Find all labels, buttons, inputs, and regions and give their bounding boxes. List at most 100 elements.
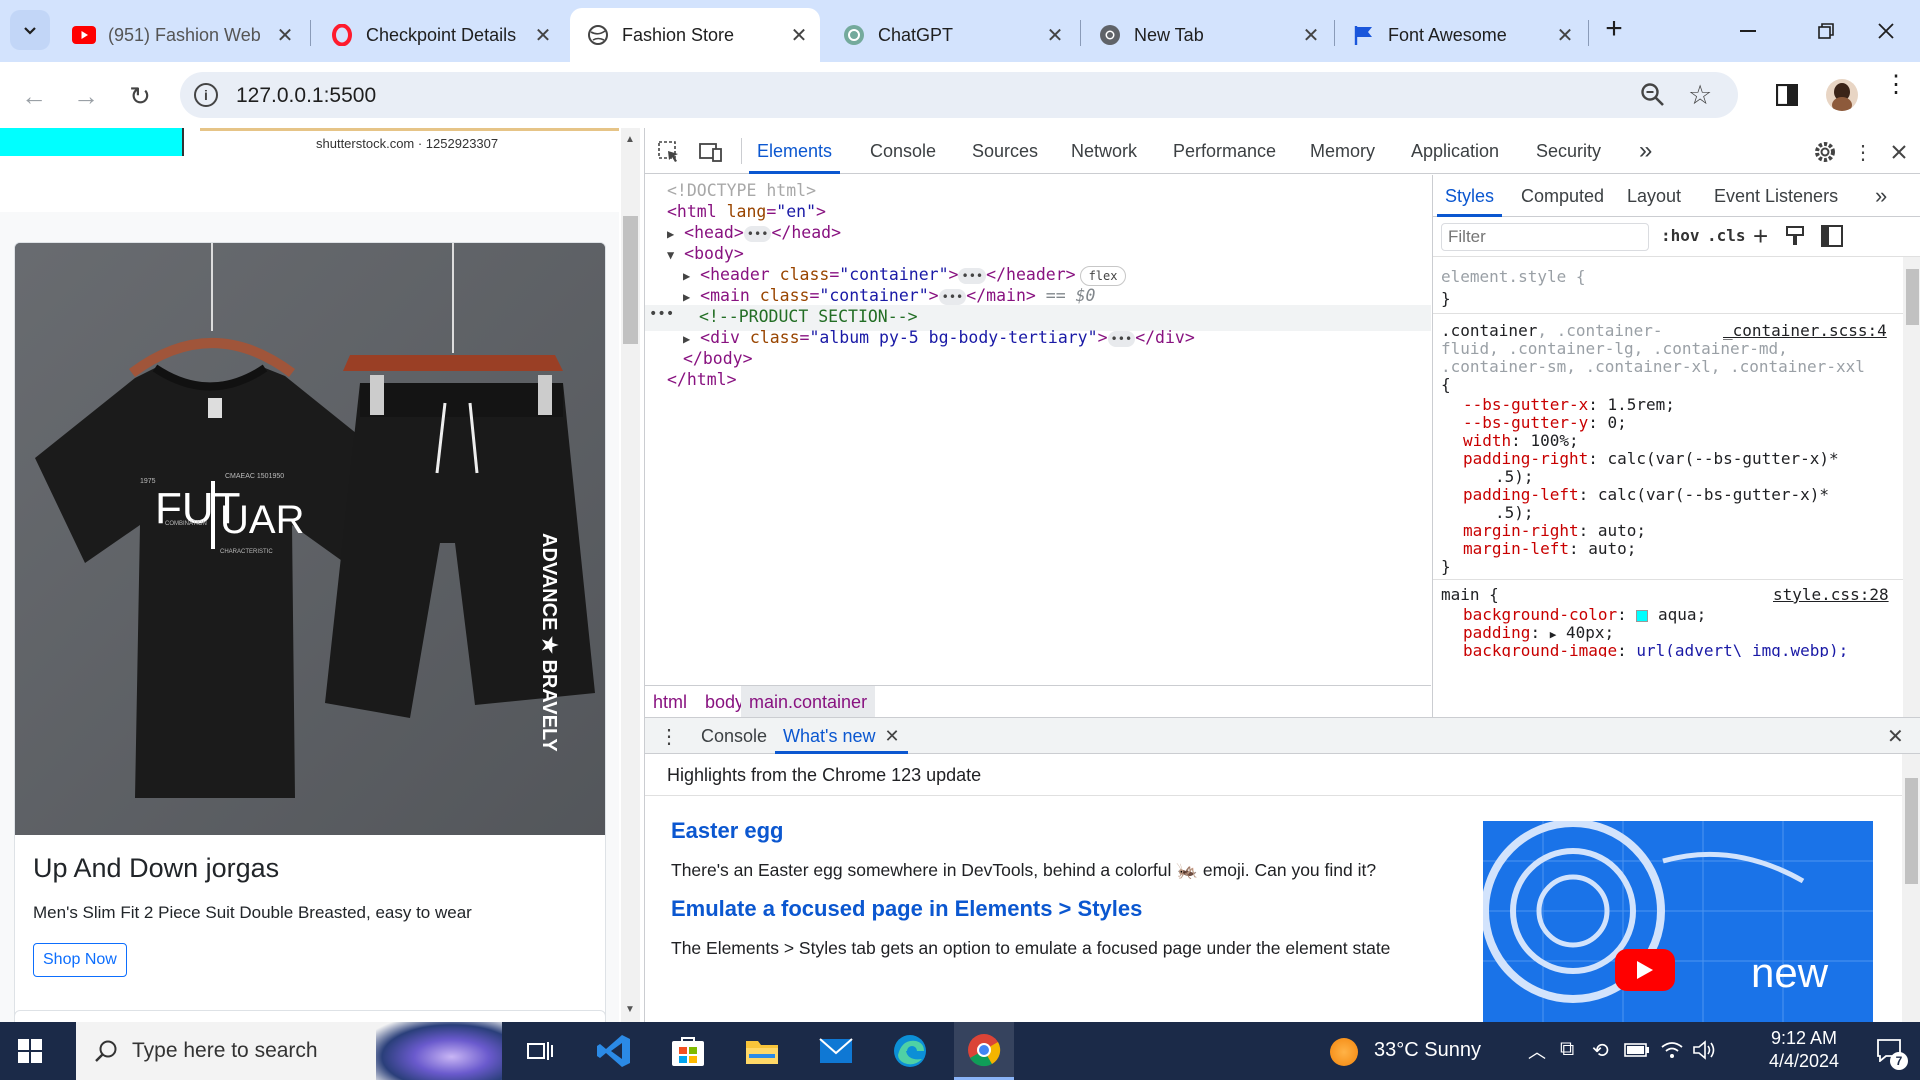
- tab-event-listeners[interactable]: Event Listeners: [1714, 175, 1838, 217]
- taskbar-edge[interactable]: [880, 1022, 940, 1080]
- whats-new-heading[interactable]: Easter egg: [671, 818, 784, 844]
- whats-new-heading[interactable]: Emulate a focused page in Elements > Sty…: [671, 896, 1142, 922]
- taskbar-search-box[interactable]: Type here to search: [76, 1022, 502, 1080]
- youtube-play-icon[interactable]: [1615, 949, 1675, 991]
- cls-toggle[interactable]: .cls: [1707, 226, 1746, 245]
- browser-tab-font-awesome[interactable]: Font Awesome ✕: [1336, 8, 1586, 62]
- scrollbar-thumb[interactable]: [1905, 778, 1918, 884]
- collapsed-ellipsis[interactable]: •••: [1107, 330, 1136, 347]
- collapsed-ellipsis[interactable]: •••: [938, 288, 967, 305]
- flex-badge[interactable]: flex: [1079, 266, 1127, 286]
- browser-tab-new-tab[interactable]: New Tab ✕: [1082, 8, 1332, 62]
- minimize-button[interactable]: [1726, 14, 1770, 48]
- tab-security[interactable]: Security: [1536, 128, 1601, 174]
- scroll-up-arrow[interactable]: ▲: [625, 134, 635, 145]
- expand-arrow-icon[interactable]: ▶: [683, 269, 690, 283]
- tab-layout[interactable]: Layout: [1627, 175, 1681, 217]
- dom-main[interactable]: ▶ <main class="container"> ••• </main> == …: [683, 286, 1095, 305]
- settings-gear-icon[interactable]: [1811, 138, 1839, 166]
- tab-sources[interactable]: Sources: [972, 128, 1038, 174]
- close-icon[interactable]: ✕: [530, 23, 556, 48]
- tab-application[interactable]: Application: [1411, 128, 1499, 174]
- css-declaration[interactable]: padding: ▶ 40px;: [1463, 623, 1614, 642]
- css-declaration[interactable]: padding-left: calc(var(--bs-gutter-x)*: [1463, 485, 1829, 504]
- css-declaration[interactable]: padding-right: calc(var(--bs-gutter-x)*: [1463, 449, 1839, 468]
- address-bar[interactable]: i 127.0.0.1:5500 ☆: [180, 72, 1738, 118]
- profile-avatar[interactable]: [1826, 79, 1858, 111]
- browser-tab-fashion-store[interactable]: Fashion Store ✕: [570, 8, 820, 62]
- page-scrollbar[interactable]: ▲ ▼: [621, 128, 640, 1022]
- collapsed-ellipsis[interactable]: •••: [743, 225, 772, 242]
- tab-network[interactable]: Network: [1071, 128, 1137, 174]
- collapsed-ellipsis[interactable]: •••: [958, 267, 987, 284]
- task-view-button[interactable]: [510, 1022, 570, 1080]
- taskbar-microsoft-store[interactable]: [658, 1022, 718, 1080]
- tab-elements[interactable]: Elements: [749, 128, 841, 174]
- more-panes-button[interactable]: »: [1875, 175, 1887, 217]
- styles-filter-input[interactable]: [1441, 223, 1649, 251]
- close-icon[interactable]: ✕: [1552, 23, 1578, 48]
- css-declaration[interactable]: --bs-gutter-x: 1.5rem;: [1463, 395, 1675, 414]
- browser-tab-checkpoint[interactable]: Checkpoint Details ✕: [314, 8, 564, 62]
- hov-toggle[interactable]: :hov: [1661, 226, 1700, 245]
- wifi-icon[interactable]: [1660, 1040, 1684, 1060]
- tab-search-button[interactable]: [10, 10, 50, 50]
- breadcrumb-main-container[interactable]: main.container: [741, 686, 876, 718]
- more-tabs-button[interactable]: »: [1639, 128, 1652, 174]
- dom-header[interactable]: ▶ <header class="container"> ••• </header>…: [683, 265, 1127, 286]
- expand-arrow-icon[interactable]: ▶: [667, 227, 674, 241]
- dom-row-options-icon[interactable]: •••: [649, 306, 674, 322]
- dom-doctype[interactable]: <!DOCTYPE html>: [667, 181, 816, 200]
- weather-widget[interactable]: 33°C Sunny: [1322, 1022, 1502, 1080]
- css-declaration[interactable]: background-image: url(advert\ img.webp);: [1463, 641, 1848, 657]
- side-panel-icon[interactable]: [1775, 83, 1799, 111]
- reload-button[interactable]: ↻: [120, 76, 160, 116]
- clock[interactable]: 9:12 AM 4/4/2024: [1744, 1022, 1864, 1080]
- drawer-menu-icon[interactable]: ⋮: [659, 724, 679, 749]
- color-swatch[interactable]: [1636, 609, 1649, 622]
- element-style-selector[interactable]: element.style {: [1441, 267, 1586, 286]
- close-icon[interactable]: ✕: [272, 23, 298, 48]
- expand-arrow-icon[interactable]: ▶: [1550, 628, 1557, 641]
- battery-icon[interactable]: [1624, 1042, 1650, 1058]
- browser-tab-chatgpt[interactable]: ChatGPT ✕: [826, 8, 1076, 62]
- close-icon[interactable]: ✕: [885, 726, 900, 746]
- collapse-arrow-icon[interactable]: ▼: [667, 248, 674, 262]
- source-link-style-css[interactable]: style.css:28: [1773, 585, 1889, 604]
- inspect-element-icon[interactable]: [655, 138, 683, 166]
- tab-styles[interactable]: Styles: [1437, 175, 1503, 217]
- shop-now-button[interactable]: Shop Now: [33, 943, 127, 977]
- css-declaration[interactable]: background-color: aqua;: [1463, 605, 1706, 624]
- sync-icon[interactable]: ⟲: [1592, 1038, 1609, 1063]
- taskbar-chrome[interactable]: [954, 1022, 1014, 1080]
- source-link-container-scss[interactable]: _container.scss:4: [1723, 321, 1887, 340]
- devtools-close-icon[interactable]: [1885, 138, 1913, 166]
- taskbar-file-explorer[interactable]: [732, 1022, 792, 1080]
- taskbar-mail[interactable]: [806, 1022, 866, 1080]
- scrollbar-thumb[interactable]: [623, 216, 638, 344]
- forward-button[interactable]: →: [66, 76, 106, 116]
- back-button[interactable]: ←: [14, 76, 54, 116]
- drawer-close-icon[interactable]: ✕: [1887, 724, 1904, 749]
- tab-memory[interactable]: Memory: [1310, 128, 1375, 174]
- scrollbar-thumb[interactable]: [1906, 269, 1919, 325]
- devtools-menu-icon[interactable]: ⋮: [1849, 138, 1877, 166]
- close-icon[interactable]: ✕: [1298, 23, 1324, 48]
- dom-body[interactable]: ▼ <body>: [667, 244, 744, 263]
- whats-new-video-thumbnail[interactable]: new: [1483, 821, 1873, 1023]
- bookmark-star-icon[interactable]: ☆: [1688, 80, 1712, 111]
- expand-arrow-icon[interactable]: ▶: [683, 332, 690, 346]
- css-declaration[interactable]: margin-left: auto;: [1463, 539, 1636, 558]
- close-icon[interactable]: ✕: [1042, 23, 1068, 48]
- css-declaration[interactable]: margin-right: auto;: [1463, 521, 1646, 540]
- scroll-down-arrow[interactable]: ▼: [625, 1004, 635, 1015]
- device-toolbar-icon[interactable]: [697, 138, 725, 166]
- dom-comment[interactable]: <!--PRODUCT SECTION-->: [699, 307, 918, 326]
- rule-container-selector[interactable]: .container, .container-: [1441, 321, 1663, 340]
- breadcrumb-html[interactable]: html: [645, 686, 695, 718]
- zoom-icon[interactable]: [1640, 82, 1666, 113]
- notification-center-button[interactable]: 7: [1866, 1022, 1916, 1080]
- css-declaration[interactable]: width: 100%;: [1463, 431, 1579, 450]
- site-info-icon[interactable]: i: [194, 83, 218, 107]
- dom-html-close[interactable]: </html>: [667, 370, 737, 389]
